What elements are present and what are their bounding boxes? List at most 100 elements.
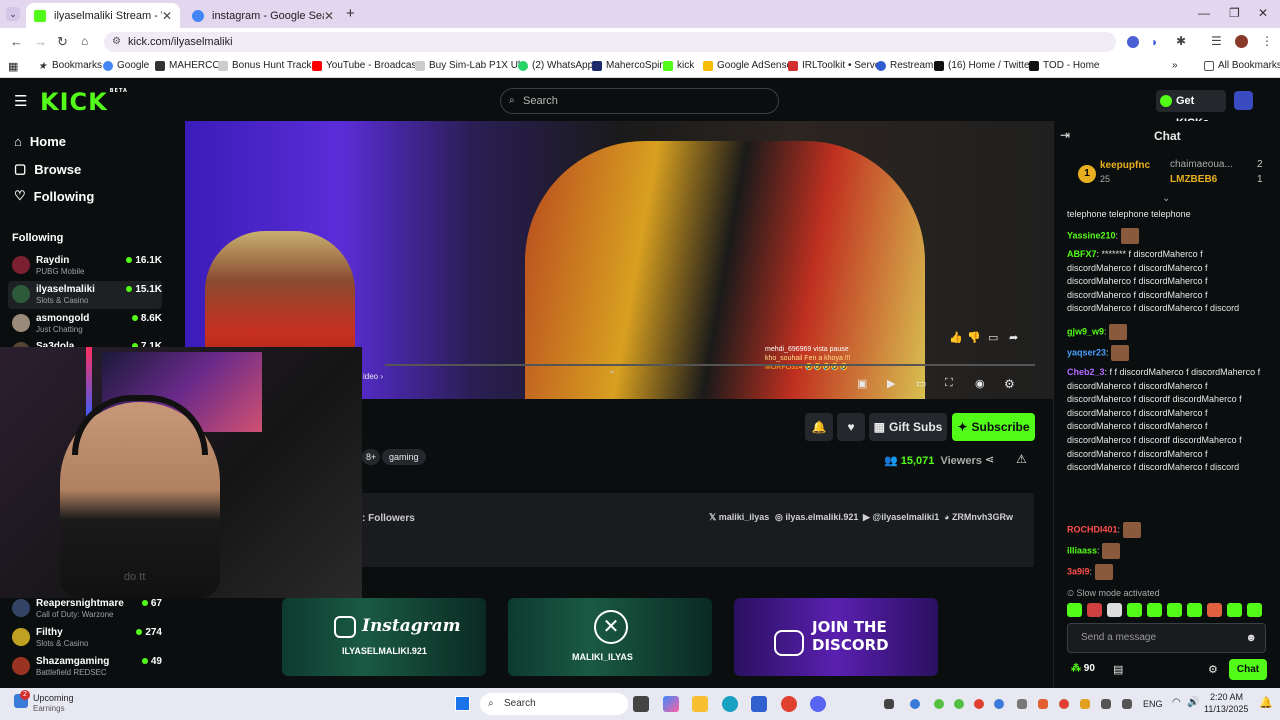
following-channel[interactable]: Shazamgaming Battlefield REDSEC 49 — [8, 653, 162, 681]
collapse-chat-icon[interactable]: ⇥ — [1060, 128, 1070, 142]
nav-browse[interactable]: ▢ Browse — [14, 161, 81, 177]
wifi-icon[interactable]: ◠ — [1172, 697, 1181, 708]
kick-logo[interactable]: KICK BETA — [40, 88, 128, 116]
site-info-icon[interactable]: ⚙ — [112, 32, 121, 52]
tab-google-search[interactable]: instagram - Google Search ✕ — [184, 3, 342, 28]
bookmark-item[interactable]: IRLToolkit • Server — [788, 60, 884, 71]
bookmark-item[interactable]: (16) Home / Twitter — [934, 60, 1033, 71]
taskbar-search[interactable]: ⌕ Search — [480, 693, 628, 715]
social-youtube-link[interactable]: ▶ @ilyaselmaliki1 — [863, 512, 939, 523]
edge-icon[interactable] — [722, 696, 738, 712]
new-tab-icon[interactable]: + — [346, 5, 355, 22]
minimize-window-icon[interactable]: — — [1198, 6, 1210, 20]
bookmark-item[interactable]: MAHERCO — [155, 60, 220, 71]
more-bookmarks-icon[interactable]: » — [1172, 60, 1178, 71]
notification-bell-button[interactable]: 🔔 — [805, 413, 833, 441]
file-explorer-icon[interactable] — [692, 696, 708, 712]
tray-icon[interactable] — [1059, 699, 1069, 709]
close-tab-icon[interactable]: ✕ — [324, 9, 334, 23]
bookmark-item[interactable]: Buy Sim-Lab P1X Ul... — [415, 60, 528, 71]
chrome-icon[interactable] — [781, 696, 797, 712]
close-tab-icon[interactable]: ✕ — [162, 9, 172, 23]
comment-icon[interactable]: ▭ — [988, 331, 998, 344]
tray-icon[interactable] — [1017, 699, 1027, 709]
tray-icon[interactable] — [954, 699, 964, 709]
lang-indicator[interactable]: ENG — [1143, 699, 1163, 709]
notifications-bell-icon[interactable]: 🔔 — [1259, 696, 1273, 709]
theater-icon[interactable]: ▭ — [916, 377, 926, 390]
tray-icon[interactable] — [994, 699, 1004, 709]
channel-points[interactable]: ⁂ 90 — [1071, 663, 1095, 674]
report-warning-icon[interactable]: ⚠ — [1016, 452, 1027, 466]
emote-icon[interactable] — [1247, 603, 1262, 617]
all-bookmarks[interactable]: All Bookmarks — [1204, 60, 1280, 71]
emote-icon[interactable] — [1167, 603, 1182, 617]
discord-banner[interactable]: JOIN THE DISCORD — [734, 598, 938, 676]
progress-bar[interactable] — [385, 364, 1035, 366]
social-discord-link[interactable]: ◕ ZRMnvh3GRw — [944, 512, 1013, 522]
clip-icon[interactable]: ▶ — [887, 377, 895, 390]
following-channel-active[interactable]: ilyaselmaliki Slots & Casino 15.1K — [8, 281, 162, 309]
bookmark-item[interactable]: ★ Bookmarks — [38, 60, 102, 72]
tray-icon[interactable] — [974, 699, 984, 709]
bookmark-item[interactable]: kick — [663, 60, 694, 71]
maximize-window-icon[interactable]: ❐ — [1229, 6, 1240, 20]
discord-taskbar-icon[interactable] — [810, 696, 826, 712]
share-icon[interactable]: ➦ — [1009, 331, 1018, 344]
clock-date[interactable]: 11/13/2025 — [1204, 704, 1248, 714]
extension-icon[interactable] — [1127, 36, 1139, 48]
get-kicks-button[interactable]: Get KICKs — [1156, 90, 1226, 129]
task-view-icon[interactable] — [633, 696, 649, 712]
chat-send-button[interactable]: Chat — [1229, 659, 1267, 680]
settings-gear-icon[interactable]: ⚙ — [1004, 377, 1015, 391]
x-banner[interactable]: ✕ MALIKI_ILYAS — [508, 598, 712, 676]
share-icon[interactable]: ⋖ — [985, 453, 994, 466]
gifter-name[interactable]: chaimaeoua... — [1170, 159, 1233, 170]
social-instagram-link[interactable]: ◎ ilyas.elmaliki.921 — [775, 512, 858, 523]
emote-icon[interactable] — [1227, 603, 1242, 617]
copilot-icon[interactable] — [663, 696, 679, 712]
tag-partial[interactable]: 8+ — [362, 449, 381, 465]
follow-heart-button[interactable]: ♥ — [837, 413, 865, 441]
rewards-icon[interactable]: ▤ — [1113, 663, 1123, 676]
reload-icon[interactable]: ↻ — [57, 34, 68, 50]
bookmark-item[interactable]: Restream — [876, 60, 933, 71]
user-avatar[interactable] — [1234, 91, 1253, 110]
volume-icon[interactable]: 🔊 — [1187, 697, 1199, 708]
address-bar[interactable]: ⚙ kick.com/ilyaselmaliki — [104, 32, 1116, 52]
like-icon[interactable]: 👍 — [949, 331, 963, 344]
emote-icon[interactable] — [1147, 603, 1162, 617]
chevron-up-icon[interactable]: ⌃ — [608, 370, 616, 381]
pinned-toggle-icon[interactable]: ⌄ — [1162, 193, 1170, 204]
bookmark-item[interactable]: YouTube - Broadcas... — [312, 60, 425, 71]
tab-list-icon[interactable]: ☰ — [1211, 34, 1222, 48]
clock-time[interactable]: 2:20 AM — [1210, 692, 1243, 702]
back-icon[interactable]: ← — [10, 34, 23, 49]
tray-icon[interactable] — [1038, 699, 1048, 709]
tray-icon[interactable] — [1122, 699, 1132, 709]
dislike-icon[interactable]: 👎 — [967, 331, 981, 344]
store-icon[interactable] — [751, 696, 767, 712]
home-icon[interactable]: ⌂ — [81, 34, 88, 48]
widget-title[interactable]: Upcoming — [33, 693, 74, 703]
nav-following[interactable]: ♡ Following — [14, 188, 94, 204]
following-channel[interactable]: Filthy Slots & Casino 274 — [8, 624, 162, 652]
fullscreen-icon[interactable]: ⛶ — [945, 377, 953, 390]
gift-subs-button[interactable]: ▦ Gift Subs — [869, 413, 947, 441]
windows-start-icon[interactable] — [455, 696, 470, 711]
bookmark-item[interactable]: Bonus Hunt Tracker — [218, 60, 320, 71]
following-channel[interactable]: asmongold Just Chatting 8.6K — [8, 310, 162, 338]
tray-icon[interactable] — [934, 699, 944, 709]
bookmark-item[interactable]: Google AdSense — [703, 60, 792, 71]
extensions-puzzle-icon[interactable]: ✱ — [1176, 34, 1186, 48]
bookmark-item[interactable]: (2) WhatsApp — [518, 60, 593, 71]
subscribe-button[interactable]: ✦ Subscribe — [952, 413, 1035, 441]
tray-icon[interactable] — [884, 699, 894, 709]
pip-icon[interactable]: ▣ — [857, 377, 867, 390]
emoji-picker-icon[interactable]: ☻ — [1245, 624, 1257, 652]
bookmark-item[interactable]: Google — [103, 60, 149, 71]
emote-icon[interactable] — [1087, 603, 1102, 617]
emote-icon[interactable] — [1067, 603, 1082, 617]
extension-icon[interactable]: ◗ — [1151, 35, 1158, 49]
chat-message-input[interactable]: Send a message ☻ — [1067, 623, 1266, 653]
